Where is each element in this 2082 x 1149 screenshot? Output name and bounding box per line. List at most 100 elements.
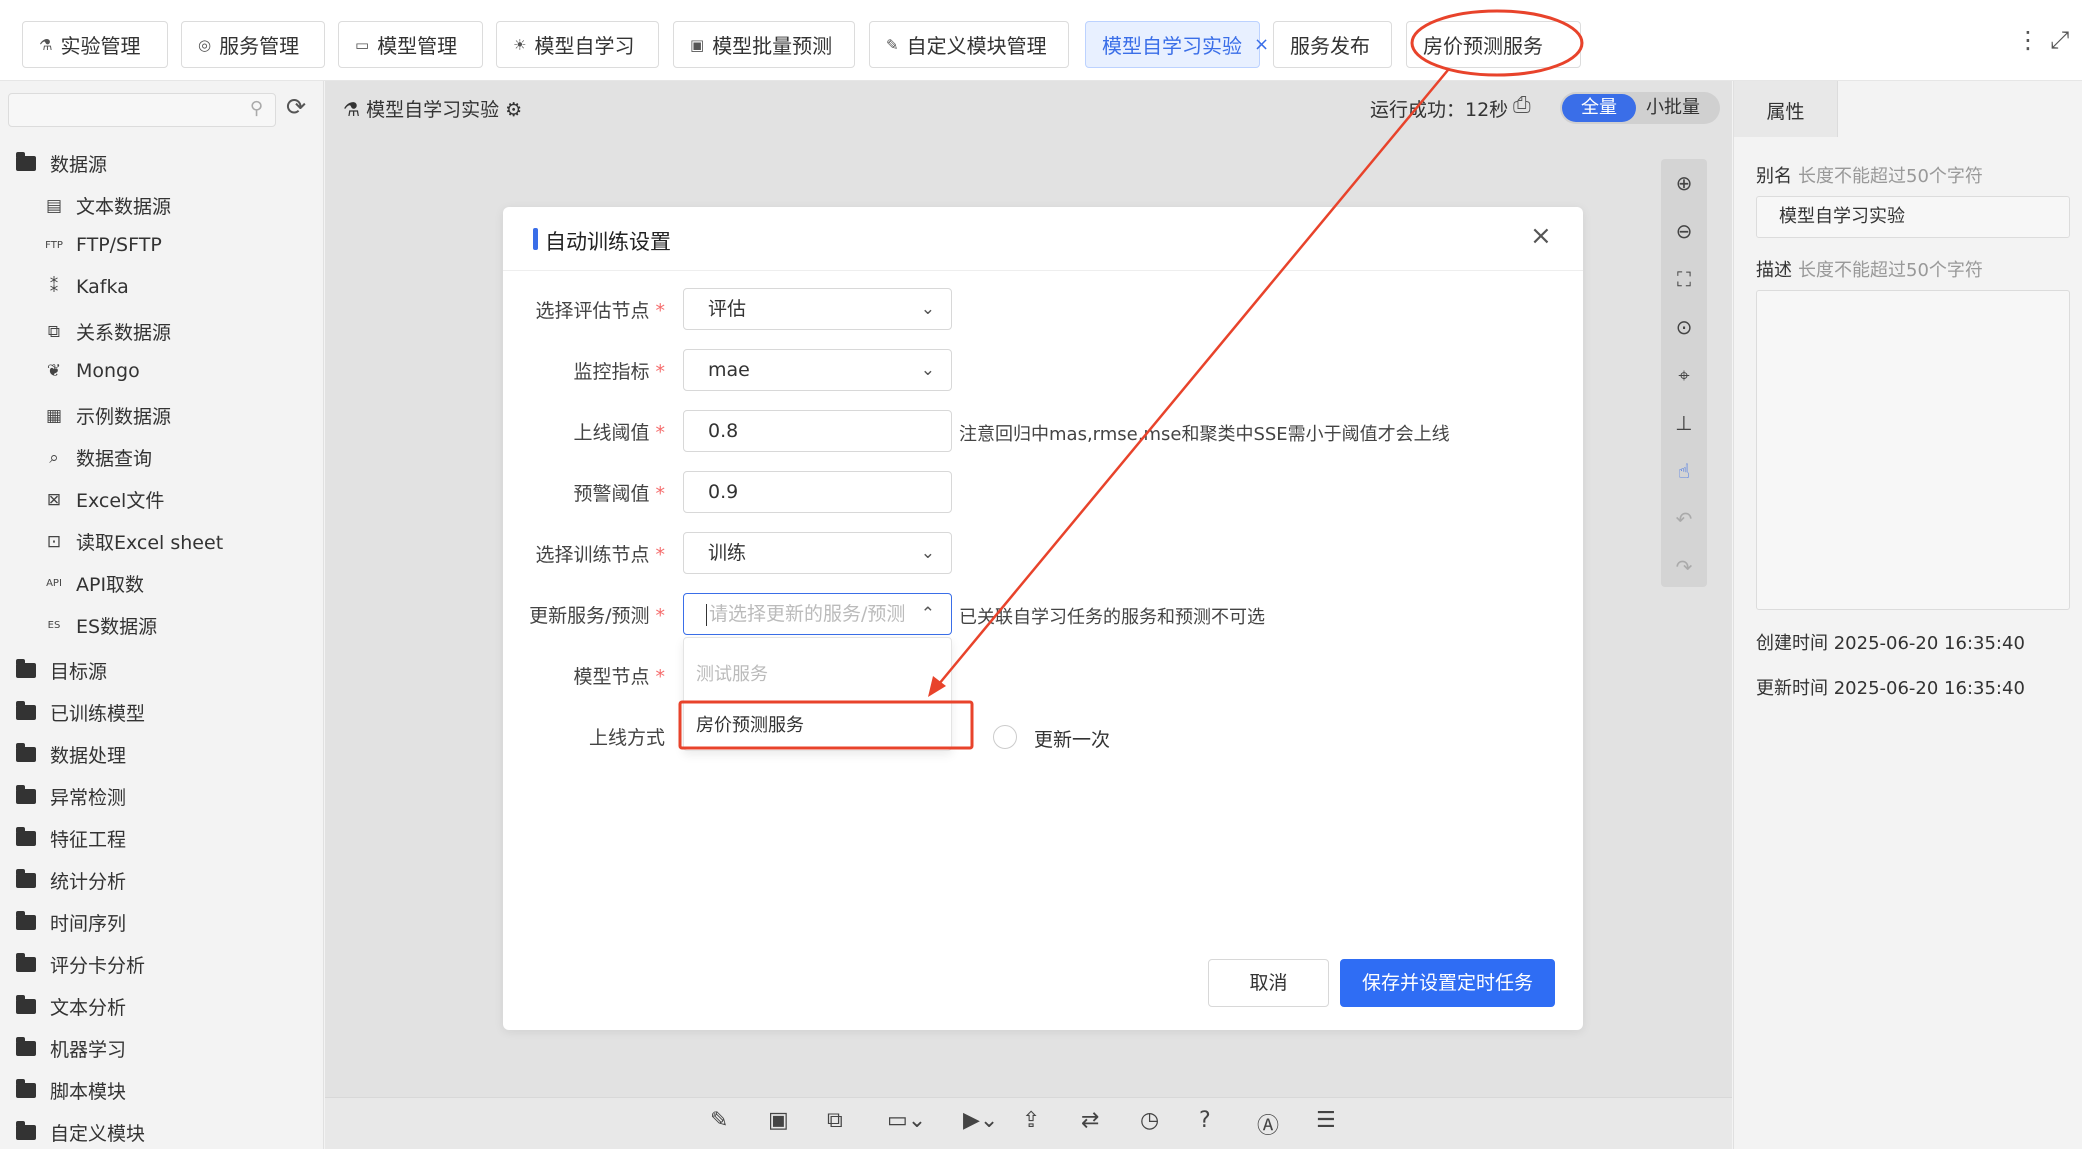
tree-item-es-source[interactable]: ES ES数据源 — [42, 612, 157, 639]
tree-folder-text-analysis[interactable]: 文本分析 — [16, 993, 126, 1020]
alias-input[interactable]: 模型自学习实验 — [1756, 196, 2070, 238]
online-threshold-input[interactable]: 0.8 — [683, 410, 952, 452]
tree-folder-target-source[interactable]: 目标源 — [16, 657, 107, 684]
save-and-schedule-button[interactable]: 保存并设置定时任务 — [1340, 959, 1555, 1007]
tree-folder-statistics[interactable]: 统计分析 — [16, 867, 126, 894]
redo-icon[interactable]: ↷ — [1661, 555, 1707, 579]
ftp-icon: FTP — [45, 239, 63, 251]
tree-item-relational-source[interactable]: ⧉ 关系数据源 — [42, 318, 171, 345]
tab-label: 自定义模块管理 — [906, 34, 1047, 58]
expand-icon[interactable]: ⤢ — [2050, 26, 2069, 54]
hand-icon[interactable]: ☝ — [1661, 459, 1707, 483]
tree-item-text-source[interactable]: ▤ 文本数据源 — [42, 192, 171, 219]
description-textarea[interactable] — [1756, 290, 2070, 610]
tree-item-kafka[interactable]: ⁑ Kafka — [42, 276, 129, 298]
eval-node-select[interactable]: 评估 ⌄ — [683, 288, 952, 330]
close-icon[interactable]: × — [1254, 34, 1269, 55]
save-as-icon[interactable]: ⧉ — [827, 1108, 843, 1133]
online-threshold-hint: 注意回归中mas,rmse,mse和聚类中SSE需小于阈值才会上线 — [959, 424, 1450, 445]
tab-experiment-management[interactable]: ⚗ 实验管理 — [22, 21, 168, 68]
chevron-down-icon: ⌄ — [920, 543, 935, 563]
mode-small-batch[interactable]: 小批量 — [1646, 94, 1700, 122]
flask-icon: ⚗ — [343, 99, 367, 121]
tree-folder-machine-learning[interactable]: 机器学习 — [16, 1035, 126, 1062]
folder-icon — [16, 1121, 36, 1140]
mongo-icon: ❦ — [46, 361, 62, 381]
tree-label: 文本分析 — [50, 997, 127, 1019]
help-icon[interactable]: ? — [1199, 1108, 1211, 1133]
tree-label: Mongo — [76, 360, 140, 382]
api-icon: API — [46, 578, 62, 589]
run-icon[interactable]: ▶⌄ — [963, 1108, 998, 1133]
tab-house-price-service[interactable]: 房价预测服务 — [1406, 21, 1581, 68]
edit-doc-icon[interactable]: ✎ — [710, 1108, 728, 1133]
search-input[interactable]: ⚲ — [8, 93, 276, 127]
online-threshold-label: 上线阈值 * — [573, 422, 665, 444]
tree-item-example-source[interactable]: ▦ 示例数据源 — [42, 402, 171, 429]
layout-tree-icon[interactable]: ⊥ — [1661, 411, 1707, 435]
zoom-out-icon[interactable]: ⊖ — [1661, 219, 1707, 243]
actual-size-icon[interactable]: ⊙ — [1661, 315, 1707, 339]
metric-select[interactable]: mae ⌄ — [683, 349, 952, 391]
run-status: 运行成功：12秒 — [1370, 99, 1509, 121]
tree-item-data-query[interactable]: ⌕ 数据查询 — [42, 444, 152, 471]
update-once-radio[interactable] — [993, 725, 1017, 749]
tree-label: ES数据源 — [76, 616, 158, 638]
run-log-icon[interactable]: ⎙ — [1513, 93, 1531, 118]
fit-screen-icon[interactable]: ⛶ — [1661, 267, 1707, 291]
canvas-title-text: 模型自学习实验 — [366, 99, 500, 121]
tab-properties[interactable]: 属性 — [1734, 81, 1838, 137]
tab-model-self-learning-experiment[interactable]: 模型自学习实验 × — [1085, 21, 1269, 68]
tab-service-publish[interactable]: 服务发布 — [1273, 21, 1392, 68]
deploy-icon[interactable]: ▭⌄ — [887, 1108, 926, 1133]
schedule-icon[interactable]: ◷ — [1140, 1108, 1159, 1133]
tree-folder-time-series[interactable]: 时间序列 — [16, 909, 126, 936]
train-node-select[interactable]: 训练 ⌄ — [683, 532, 952, 574]
tree-item-read-excel-sheet[interactable]: ⊡ 读取Excel sheet — [42, 528, 223, 555]
cancel-button[interactable]: 取消 — [1208, 959, 1329, 1007]
run-mode-toggle[interactable]: 全量 小批量 — [1560, 92, 1720, 124]
tree-folder-script-module[interactable]: 脚本模块 — [16, 1077, 126, 1104]
bulb-icon: ☀ — [513, 35, 527, 54]
mode-full[interactable]: 全量 — [1562, 94, 1636, 122]
warn-threshold-input[interactable]: 0.9 — [683, 471, 952, 513]
option-house-price-service[interactable]: 房价预测服务 — [696, 711, 804, 737]
undo-icon[interactable]: ↶ — [1661, 507, 1707, 531]
tree-label: 自定义模块 — [50, 1123, 146, 1145]
more-icon[interactable]: ⋮ — [2016, 26, 2040, 54]
auto-icon[interactable]: Ⓐ — [1257, 1108, 1279, 1140]
tree-folder-trained-models[interactable]: 已训练模型 — [16, 699, 145, 726]
tree-item-ftp[interactable]: FTP FTP/SFTP — [42, 234, 162, 256]
tree-label: Excel文件 — [76, 490, 165, 512]
tab-custom-module-management[interactable]: ✎ 自定义模块管理 — [869, 21, 1069, 68]
model-icon: ▭ — [355, 35, 370, 54]
tree-folder-feature-engineering[interactable]: 特征工程 — [16, 825, 126, 852]
zoom-in-icon[interactable]: ⊕ — [1661, 171, 1707, 195]
log-icon[interactable]: ☰ — [1316, 1108, 1336, 1133]
tab-model-batch-predict[interactable]: ▣ 模型批量预测 — [673, 21, 855, 68]
tree-folder-anomaly-detection[interactable]: 异常检测 — [16, 783, 126, 810]
locate-icon[interactable]: ⌖ — [1661, 363, 1707, 387]
auto-train-settings-dialog: 自动训练设置 × 选择评估节点 * 评估 ⌄ 监控指标 * mae ⌄ 上线阈值 * 0.… — [503, 207, 1583, 1030]
tree-folder-scorecard[interactable]: 评分卡分析 — [16, 951, 145, 978]
tree-folder-data-source[interactable]: 数据源 — [16, 150, 107, 177]
tree-item-excel-file[interactable]: ⊠ Excel文件 — [42, 486, 164, 513]
tree-folder-custom-module[interactable]: 自定义模块 — [16, 1119, 145, 1146]
refresh-icon[interactable]: ⟳ — [286, 93, 306, 121]
tab-service-management[interactable]: ◎ 服务管理 — [181, 21, 325, 68]
tree-folder-data-processing[interactable]: 数据处理 — [16, 741, 126, 768]
tree-item-mongo[interactable]: ❦ Mongo — [42, 360, 140, 382]
created-time: 创建时间 2025-06-20 16:35:40 — [1756, 633, 2025, 654]
settings-icon[interactable]: ⚙ — [499, 99, 522, 121]
top-tab-bar: ⚗ 实验管理 ◎ 服务管理 ▭ 模型管理 ☀ 模型自学习 ▣ 模型批量预测 ✎ 自定义模块管… — [0, 0, 2082, 81]
tab-model-self-learning[interactable]: ☀ 模型自学习 — [496, 21, 659, 68]
export-icon[interactable]: ⇪ — [1022, 1108, 1040, 1133]
swap-icon[interactable]: ⇄ — [1081, 1108, 1099, 1133]
tree-item-api-fetch[interactable]: API API取数 — [42, 570, 144, 597]
save-icon[interactable]: ▣ — [768, 1108, 789, 1133]
text-source-icon: ▤ — [45, 195, 63, 216]
tab-model-management[interactable]: ▭ 模型管理 — [338, 21, 483, 68]
update-service-select[interactable]: 请选择更新的服务/预测 ⌃ — [683, 593, 952, 635]
folder-icon — [16, 152, 36, 171]
close-icon[interactable]: × — [1530, 221, 1552, 251]
